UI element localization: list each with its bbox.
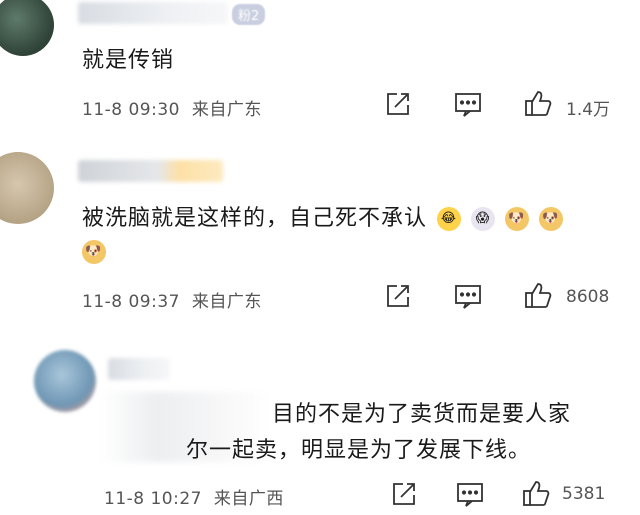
comment-button[interactable] bbox=[456, 480, 484, 508]
comment-time: 11-8 10:27 bbox=[104, 489, 202, 509]
comment-text: 目的不是为了卖货而是要人家 bbox=[272, 402, 572, 427]
comment-icon bbox=[457, 483, 483, 507]
like-count: 5381 bbox=[562, 484, 606, 504]
comment-location: 来自广西 bbox=[213, 489, 284, 509]
user-name[interactable] bbox=[108, 358, 170, 380]
like-button[interactable] bbox=[522, 479, 550, 507]
comment-meta: 11-8 10:27 来自广西 bbox=[104, 484, 284, 509]
comment-item: 目的不是为了卖货而是要人家 尔一起卖，明显是为了发展下线。 11-8 10:27… bbox=[0, 0, 640, 515]
share-button[interactable] bbox=[390, 480, 418, 508]
like-icon bbox=[523, 481, 550, 506]
comment-text-line2: 尔一起卖，明显是为了发展下线。 bbox=[186, 438, 532, 463]
avatar[interactable] bbox=[34, 350, 96, 412]
share-icon bbox=[393, 483, 415, 505]
